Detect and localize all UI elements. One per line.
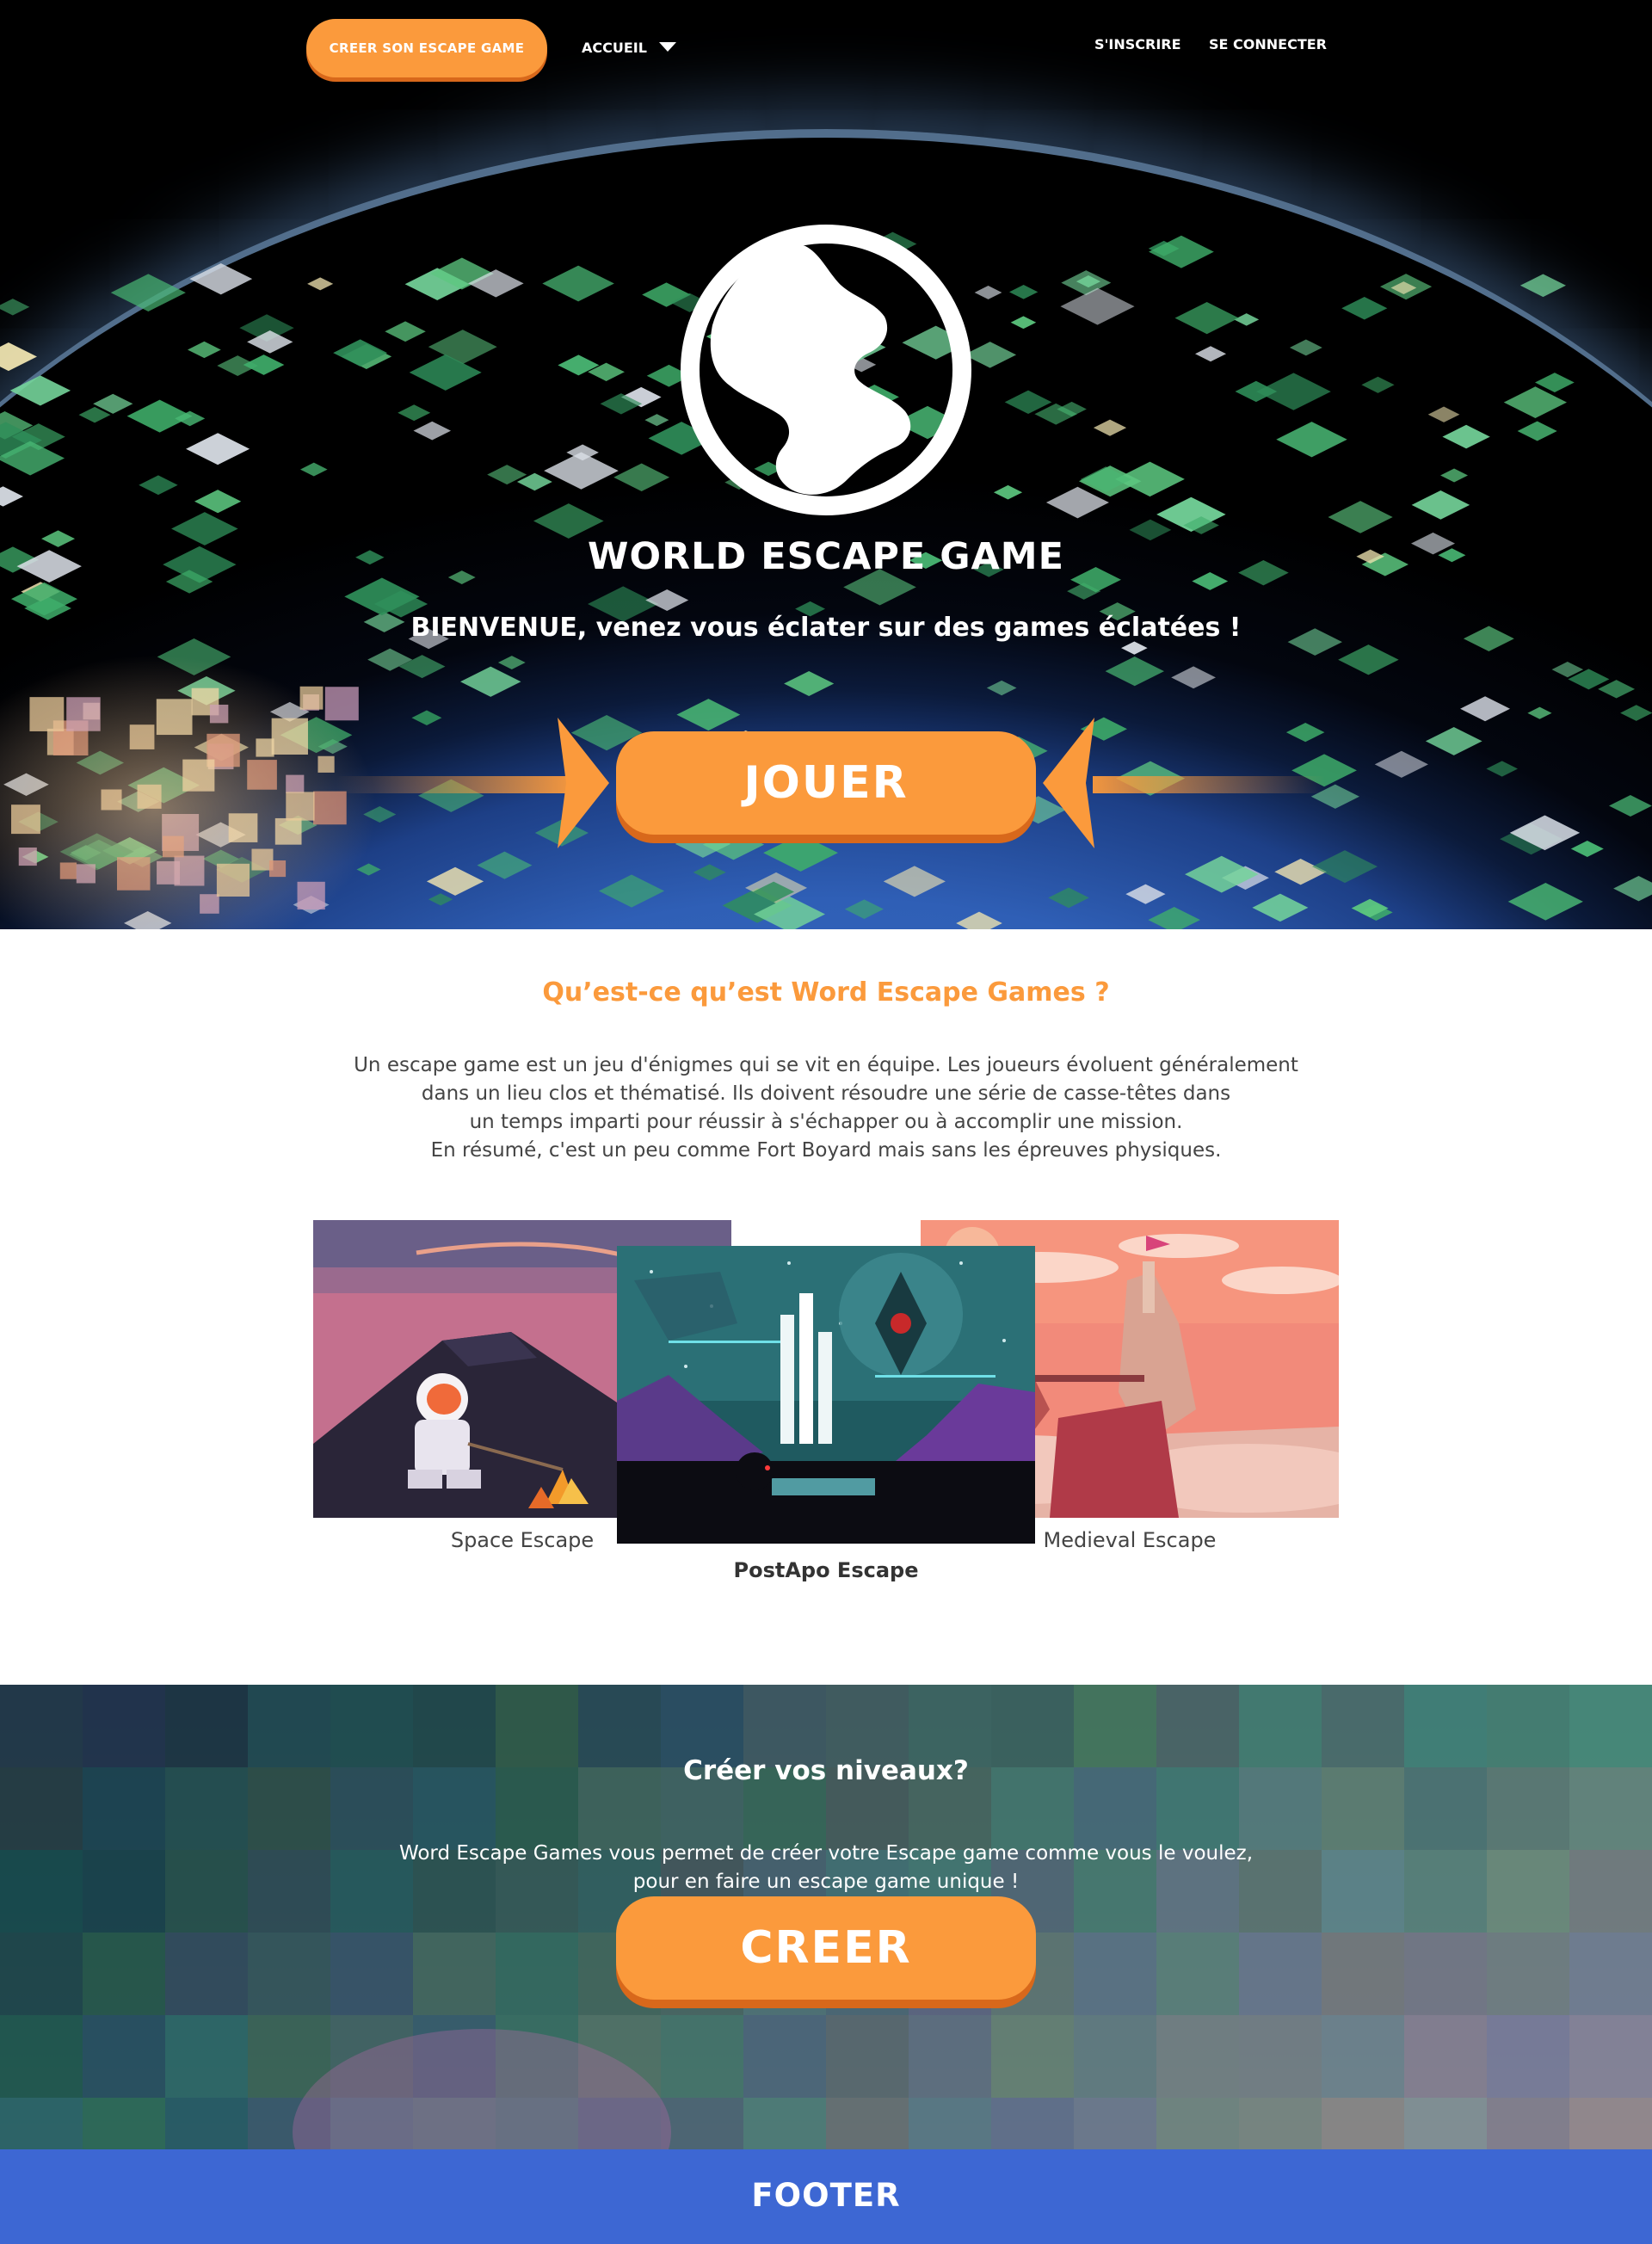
play-button[interactable]: JOUER	[616, 731, 1036, 835]
hero-section: CREER SON ESCAPE GAME ACCUEIL S'INSCRIRE…	[0, 0, 1652, 929]
planet-glow	[0, 654, 379, 929]
about-line: Un escape game est un jeu d'énigmes qui …	[354, 1054, 1298, 1076]
about-section: Qu’est-ce qu’est Word Escape Games ? Un …	[0, 929, 1652, 1685]
postapo-escape-card[interactable]: PostApo Escape	[617, 1246, 1035, 1590]
about-line: un temps imparti pour réussir à s'échapp…	[469, 1111, 1183, 1133]
home-dropdown-label: ACCUEIL	[582, 39, 647, 56]
about-description: Un escape game est un jeu d'énigmes qui …	[327, 1051, 1325, 1165]
about-title: Qu’est-ce qu’est Word Escape Games ?	[542, 977, 1110, 1008]
footer-label: FOOTER	[751, 2177, 901, 2214]
globe-logo	[681, 225, 971, 515]
about-line: dans un lieu clos et thématisé. Ils doiv…	[421, 1082, 1231, 1105]
arrow-left-icon	[1043, 718, 1325, 848]
chevron-down-icon	[658, 42, 676, 52]
arrow-right-icon	[336, 718, 609, 848]
create-section: Créer vos niveaux? Word Escape Games vou…	[0, 1685, 1652, 2149]
home-dropdown[interactable]: ACCUEIL	[582, 34, 676, 60]
footer: FOOTER	[0, 2149, 1652, 2244]
login-link[interactable]: SE CONNECTER	[1209, 36, 1327, 52]
hero-subtitle: BIENVENUE, venez vous éclater sur des ga…	[410, 613, 1242, 643]
create-line: pour en faire un escape game unique !	[632, 1871, 1020, 1893]
signup-link[interactable]: S'INSCRIRE	[1094, 36, 1181, 52]
hero-title: WORLD ESCAPE GAME	[588, 535, 1064, 578]
about-line: En résumé, c'est un peu comme Fort Boyar…	[430, 1139, 1222, 1162]
postapo-escape-caption: PostApo Escape	[733, 1558, 919, 1582]
create-escape-game-button[interactable]: CREER SON ESCAPE GAME	[306, 19, 547, 77]
top-navigation: CREER SON ESCAPE GAME ACCUEIL S'INSCRIRE…	[0, 0, 1652, 86]
create-line: Word Escape Games vous permet de créer v…	[398, 1842, 1254, 1865]
create-title: Créer vos niveaux?	[683, 1755, 969, 1786]
postapo-escape-image	[617, 1246, 1035, 1544]
create-button[interactable]: CREER	[616, 1896, 1036, 2000]
